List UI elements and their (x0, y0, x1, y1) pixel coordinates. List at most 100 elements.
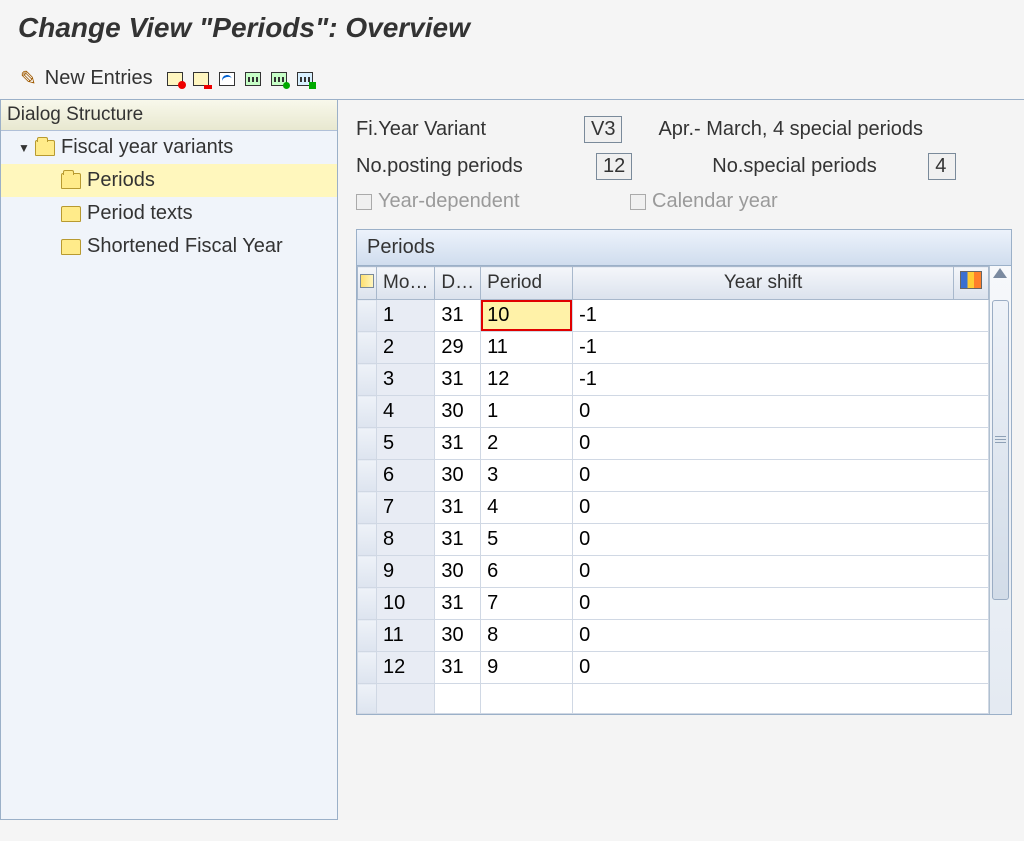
cell-yearshift[interactable]: 0 (573, 428, 989, 460)
cell-period[interactable]: 6 (481, 556, 573, 588)
cell-month[interactable]: 7 (377, 492, 435, 524)
cell-period[interactable]: 5 (481, 524, 573, 556)
cell-month[interactable]: 6 (377, 460, 435, 492)
row-selector[interactable] (358, 364, 377, 396)
cell-period[interactable]: 1 (481, 396, 573, 428)
cell-day[interactable]: 31 (435, 428, 481, 460)
table-row[interactable]: 53120 (358, 428, 989, 460)
cell-month[interactable]: 8 (377, 524, 435, 556)
table-row[interactable]: 22911-1 (358, 332, 989, 364)
cell-day[interactable]: 31 (435, 364, 481, 396)
cell-period[interactable]: 2 (481, 428, 573, 460)
cell-month[interactable]: 4 (377, 396, 435, 428)
row-selector[interactable] (358, 684, 377, 714)
row-selector[interactable] (358, 524, 377, 556)
row-selector[interactable] (358, 652, 377, 684)
cell-day[interactable]: 30 (435, 556, 481, 588)
cell-period[interactable]: 8 (481, 620, 573, 652)
cell-day[interactable]: 30 (435, 460, 481, 492)
cell-period[interactable]: 9 (481, 652, 573, 684)
cell-day[interactable]: 31 (435, 652, 481, 684)
delete-icon[interactable] (191, 69, 211, 89)
cell-month[interactable]: 5 (377, 428, 435, 460)
select-all-icon[interactable] (243, 69, 263, 89)
cell-month[interactable]: 12 (377, 652, 435, 684)
new-entries-button[interactable]: New Entries (45, 67, 153, 90)
table-row[interactable]: 93060 (358, 556, 989, 588)
column-header-period[interactable]: Period (481, 267, 573, 300)
cell-yearshift[interactable]: -1 (573, 364, 989, 396)
cell-month[interactable]: 1 (377, 300, 435, 332)
expand-collapse-icon[interactable]: ▼ (17, 141, 31, 155)
table-row[interactable]: 43010 (358, 396, 989, 428)
cell-period[interactable]: 11 (481, 332, 573, 364)
cell-day[interactable]: 30 (435, 396, 481, 428)
table-row[interactable]: 63030 (358, 460, 989, 492)
select-all-rows-icon[interactable] (358, 267, 377, 300)
row-selector[interactable] (358, 396, 377, 428)
cell-yearshift[interactable]: -1 (573, 332, 989, 364)
table-row-empty[interactable] (358, 684, 989, 714)
column-header-yearshift[interactable]: Year shift (573, 267, 954, 300)
cell-period[interactable]: 12 (481, 364, 573, 396)
row-selector[interactable] (358, 332, 377, 364)
cell-day[interactable]: 30 (435, 620, 481, 652)
row-selector[interactable] (358, 556, 377, 588)
cell-yearshift[interactable]: 0 (573, 492, 989, 524)
table-row[interactable]: 13110-1 (358, 300, 989, 332)
undo-icon[interactable] (217, 69, 237, 89)
cell-yearshift[interactable]: 0 (573, 524, 989, 556)
cell-yearshift[interactable]: 0 (573, 620, 989, 652)
tree-child-node[interactable]: Periods (1, 164, 337, 197)
posting-periods-field[interactable]: 12 (596, 153, 632, 180)
table-row[interactable]: 113080 (358, 620, 989, 652)
cell-yearshift[interactable]: 0 (573, 556, 989, 588)
select-block-icon[interactable] (269, 69, 289, 89)
column-header-month[interactable]: Mo… (377, 267, 435, 300)
deselect-all-icon[interactable] (295, 69, 315, 89)
tree-child-node[interactable]: Period texts (1, 197, 337, 230)
cell-day[interactable] (435, 684, 481, 714)
cell-yearshift[interactable]: 0 (573, 652, 989, 684)
row-selector[interactable] (358, 492, 377, 524)
column-config-icon[interactable] (954, 267, 989, 300)
cell-day[interactable]: 31 (435, 588, 481, 620)
cell-day[interactable]: 29 (435, 332, 481, 364)
cell-day[interactable]: 31 (435, 524, 481, 556)
cell-month[interactable]: 9 (377, 556, 435, 588)
cell-month[interactable]: 11 (377, 620, 435, 652)
scroll-up-icon[interactable] (993, 268, 1007, 278)
column-header-day[interactable]: D… (435, 267, 481, 300)
row-selector[interactable] (358, 460, 377, 492)
cell-day[interactable]: 31 (435, 492, 481, 524)
cell-period[interactable] (481, 684, 573, 714)
table-row[interactable]: 83150 (358, 524, 989, 556)
cell-month[interactable]: 10 (377, 588, 435, 620)
cell-month[interactable]: 3 (377, 364, 435, 396)
tree-child-node[interactable]: Shortened Fiscal Year (1, 230, 337, 263)
row-selector[interactable] (358, 588, 377, 620)
cell-month[interactable] (377, 684, 435, 714)
row-selector[interactable] (358, 300, 377, 332)
variant-code-field[interactable]: V3 (584, 116, 622, 143)
table-row[interactable]: 73140 (358, 492, 989, 524)
row-selector[interactable] (358, 620, 377, 652)
table-row[interactable]: 33112-1 (358, 364, 989, 396)
cell-day[interactable]: 31 (435, 300, 481, 332)
edit-icon[interactable]: ✎ (20, 66, 37, 91)
special-periods-field[interactable]: 4 (928, 153, 956, 180)
cell-month[interactable]: 2 (377, 332, 435, 364)
cell-yearshift[interactable]: 0 (573, 396, 989, 428)
copy-icon[interactable] (165, 69, 185, 89)
cell-yearshift[interactable]: -1 (573, 300, 989, 332)
row-selector[interactable] (358, 428, 377, 460)
cell-period[interactable]: 7 (481, 588, 573, 620)
tree-root-node[interactable]: ▼ Fiscal year variants (1, 131, 337, 164)
cell-yearshift[interactable] (573, 684, 989, 714)
scrollbar-thumb[interactable] (992, 300, 1009, 600)
cell-period[interactable]: 4 (481, 492, 573, 524)
cell-period[interactable]: 10 (481, 300, 573, 332)
table-row[interactable]: 103170 (358, 588, 989, 620)
cell-yearshift[interactable]: 0 (573, 460, 989, 492)
cell-yearshift[interactable]: 0 (573, 588, 989, 620)
